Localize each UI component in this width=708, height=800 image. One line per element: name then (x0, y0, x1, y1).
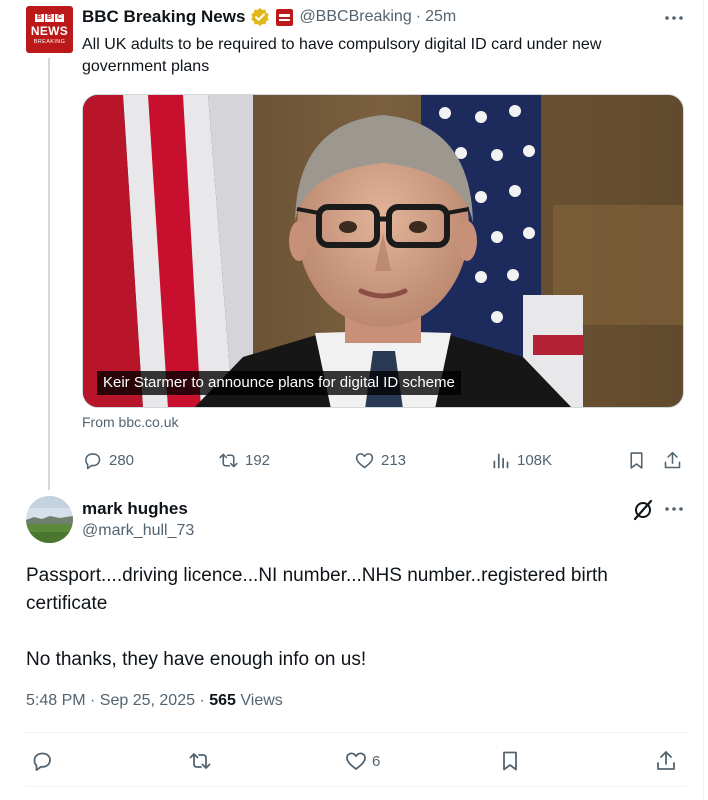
like-icon (355, 452, 374, 468)
bookmark-icon (503, 751, 517, 771)
author-name[interactable]: BBC Breaking News (82, 7, 245, 27)
bbc-block-letter: C (55, 14, 64, 22)
reply-author-handle[interactable]: @mark_hull_73 (82, 522, 194, 540)
views-count: 108K (517, 451, 553, 469)
more-icon[interactable] (662, 8, 686, 28)
bbc-news-avatar[interactable]: B B C NEWS BREAKING (26, 6, 73, 53)
affiliate-badge-icon[interactable] (276, 8, 294, 26)
views-icon (493, 453, 509, 468)
repost-button[interactable] (188, 748, 216, 774)
repost-count: 192 (245, 451, 271, 469)
grok-icon[interactable] (632, 499, 654, 521)
reply-views-label: Views (240, 692, 283, 709)
share-button[interactable] (654, 748, 682, 774)
share-icon (657, 751, 675, 770)
verified-badge-icon[interactable] (250, 7, 270, 27)
repost-icon (219, 453, 238, 467)
reply-author-avatar[interactable] (26, 496, 73, 543)
reply-meta: 5:48 PM · Sep 25, 2025 · 565 Views (26, 692, 283, 710)
tweet-action-bar: 280 192 213 108K (82, 448, 686, 472)
repost-icon (189, 753, 211, 769)
video-caption: Keir Starmer to announce plans for digit… (97, 371, 461, 395)
avatar-news-text: NEWS (30, 24, 69, 38)
reply-author-name[interactable]: mark hughes (82, 499, 188, 519)
right-border (703, 0, 704, 800)
starmer-photo-illustration (83, 95, 683, 407)
tweet-header: BBC Breaking News @BBCBreaking · 25m (82, 6, 456, 28)
divider (26, 732, 686, 733)
like-count: 6 (372, 752, 381, 770)
reply-timestamp[interactable]: 5:48 PM · Sep 25, 2025 (26, 692, 195, 709)
author-handle[interactable]: @BBCBreaking (299, 8, 411, 26)
reply-icon (33, 752, 51, 771)
reply-paragraph: No thanks, they have enough info on us! (26, 649, 367, 670)
bookmark-icon (630, 451, 643, 469)
separator-dot: · (199, 692, 205, 709)
views-button[interactable]: 108K (490, 448, 552, 472)
reply-text: Passport....driving licence...NI number.… (26, 562, 686, 702)
like-icon (346, 752, 366, 770)
reply-button[interactable] (30, 748, 58, 774)
divider (26, 786, 686, 787)
bbc-block-letter: B (35, 14, 44, 22)
reply-button[interactable]: 280 (82, 448, 134, 472)
like-count: 213 (381, 451, 407, 469)
tweet-time[interactable]: 25m (425, 8, 456, 26)
landscape-avatar-image (26, 496, 73, 543)
share-button[interactable] (662, 448, 689, 472)
reply-paragraph: Passport....driving licence...NI number.… (26, 565, 608, 614)
separator-dot: · (415, 8, 422, 25)
reply-views-count: 565 (209, 692, 236, 709)
link-source[interactable]: From bbc.co.uk (82, 414, 178, 430)
reply-icon (85, 452, 101, 469)
share-icon (664, 451, 681, 468)
more-icon[interactable] (662, 499, 686, 519)
tweet-media-image[interactable]: Keir Starmer to announce plans for digit… (82, 94, 684, 408)
avatar-breaking-text: BREAKING (33, 39, 66, 45)
tweet-text: All UK adults to be required to have com… (82, 36, 602, 75)
like-button[interactable]: 6 (344, 748, 380, 774)
reply-action-bar: 6 (30, 748, 690, 774)
repost-button[interactable]: 192 (218, 448, 270, 472)
bookmark-button[interactable] (626, 448, 653, 472)
bbc-block-letter: B (45, 14, 54, 22)
bbc-logo-blocks: B B C (26, 14, 73, 22)
reply-count: 280 (109, 451, 135, 469)
like-button[interactable]: 213 (354, 448, 406, 472)
bookmark-button[interactable] (498, 748, 526, 774)
thread-connector-line (48, 58, 50, 490)
